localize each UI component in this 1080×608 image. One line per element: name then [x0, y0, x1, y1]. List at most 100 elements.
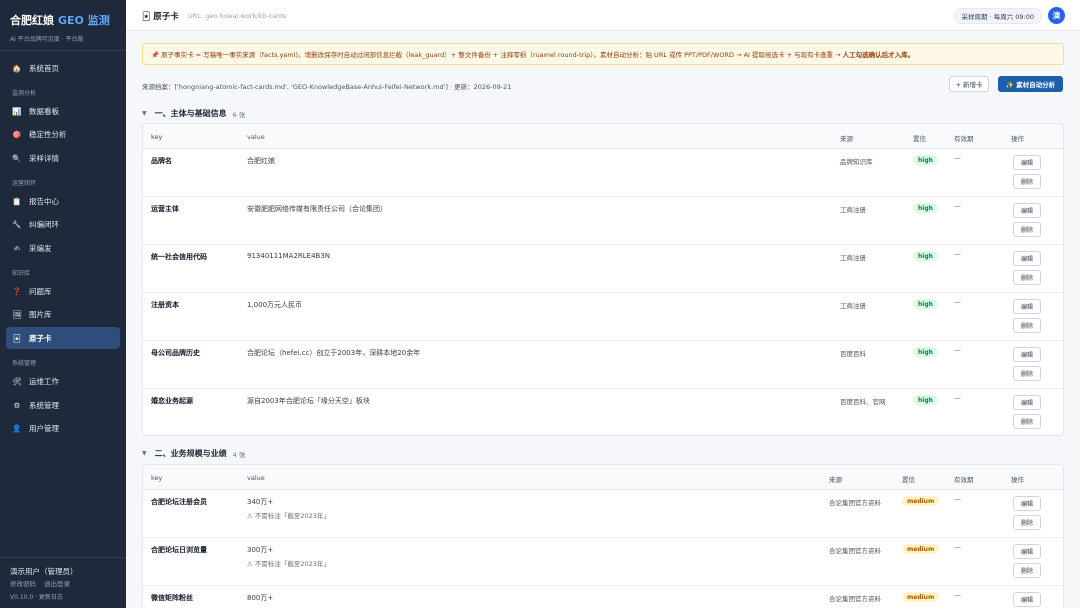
sidebar-group-title: 知识库 [12, 270, 31, 277]
sidebar-item-sampling[interactable]: 🔍 采样详情 [6, 147, 120, 169]
version-changelog-link[interactable]: V0.10.0 · 更新日志 [10, 592, 63, 601]
fact-source: 工商注册 [840, 254, 866, 262]
change-password-link[interactable]: 修改密码 [10, 580, 36, 588]
sidebar-item-reports[interactable]: 📋 报告中心 [6, 190, 120, 212]
confidence-badge: medium [902, 592, 940, 602]
fact-source: 百度百科 [840, 350, 866, 358]
fact-key: 合肥论坛日浏览量 [151, 546, 207, 554]
sidebar-item-home[interactable]: 🏠 系统首页 [6, 57, 120, 79]
sidebar-item-correction[interactable]: 🔧 纠偏闭环 [6, 213, 120, 235]
fact-note: ⚠ 不需标注「截至2023年」 [247, 560, 330, 568]
table-header: key value 来源 置信 有效期 操作 [143, 465, 1063, 490]
fact-expiry: — [954, 250, 961, 258]
edit-button[interactable]: 编辑 [1013, 299, 1041, 314]
fact-source: 工商注册 [840, 302, 866, 310]
avatar[interactable]: 演 [1048, 7, 1065, 24]
confidence-badge: medium [902, 544, 940, 554]
column-header-confidence: 置信 [913, 135, 926, 143]
column-header-source: 来源 [840, 135, 853, 143]
sidebar-item-images[interactable]: 🖼 图片库 [6, 303, 120, 325]
tools-icon: 🛠 [12, 376, 22, 386]
edit-button[interactable]: 编辑 [1013, 347, 1041, 362]
fact-key: 统一社会信用代码 [151, 253, 207, 261]
delete-button[interactable]: 删除 [1013, 174, 1041, 189]
writing-hand-icon: ✍ [13, 243, 21, 253]
fact-key: 注册资本 [151, 301, 179, 309]
delete-button[interactable]: 删除 [1013, 414, 1041, 429]
sidebar-item-stability[interactable]: 🎯 稳定性分析 [6, 123, 120, 145]
table-row: 品牌名 合肥红娘 品牌知识库 high — 编辑 删除 [143, 149, 1063, 197]
table-row: 合肥论坛日浏览量 300万+ ⚠ 不需标注「截至2023年」 合论集团官方资料 medi… [143, 538, 1063, 586]
add-card-button[interactable]: + 新增卡 [949, 76, 989, 92]
sidebar-item-questions[interactable]: ❓ 问题库 [6, 280, 120, 302]
column-header-confidence: 置信 [902, 476, 915, 484]
confidence-badge: high [913, 155, 938, 165]
fact-expiry: — [954, 591, 961, 599]
fact-value: 1,000万元人民币 [247, 301, 303, 309]
edit-button[interactable]: 编辑 [1013, 395, 1041, 410]
fact-expiry: — [954, 202, 961, 210]
wrench-icon: 🔧 [12, 219, 22, 229]
fact-key: 合肥论坛注册会员 [151, 498, 207, 506]
fact-source: 工商注册 [840, 206, 866, 214]
sidebar-group-title: 运营闭环 [12, 180, 37, 187]
sidebar-item-users[interactable]: 👤 用户管理 [6, 417, 120, 439]
table-row: 注册资本 1,000万元人民币 工商注册 high — 编辑 删除 [143, 293, 1063, 341]
column-header-key: key [151, 474, 163, 482]
confidence-badge: high [913, 395, 938, 405]
fact-value: 合肥红娘 [247, 157, 275, 165]
fact-expiry: — [954, 394, 961, 402]
confidence-badge: high [913, 203, 938, 213]
source-archive-line: 来源档案：['hongniang-atomic-fact-cards.md', … [142, 83, 512, 91]
edit-button[interactable]: 编辑 [1013, 496, 1041, 511]
sidebar-item-ops[interactable]: 🛠 运维工作 [6, 370, 120, 392]
fact-value: 合肥论坛（hefei.cc）创立于2003年，深耕本地20余年 [247, 349, 421, 357]
delete-button[interactable]: 删除 [1013, 270, 1041, 285]
fact-value: 300万+ [247, 546, 274, 554]
fact-key: 运营主体 [151, 205, 179, 213]
facts-table: key value 来源 置信 有效期 操作 品牌名 合肥红娘 品牌知识库 high — 编辑 删除 运营… [142, 123, 1064, 436]
section-header[interactable]: ▼ 一、主体与基础信息 6 张 [142, 108, 245, 119]
user-icon: 👤 [12, 423, 22, 433]
fact-value: 340万+ [247, 498, 274, 506]
logout-link[interactable]: 退出登录 [44, 580, 70, 588]
current-user: 演示用户（管理员） [10, 567, 78, 576]
edit-button[interactable]: 编辑 [1013, 544, 1041, 559]
card-icon: 🃏 [142, 11, 151, 21]
table-row: 合肥论坛注册会员 340万+ ⚠ 不需标注「截至2023年」 合论集团官方资料 medi… [143, 490, 1063, 538]
column-header-expiry: 有效期 [954, 476, 974, 484]
delete-button[interactable]: 删除 [1013, 318, 1041, 333]
sidebar-group-title: 监测分析 [12, 90, 37, 97]
fact-note: ⚠ 不需标注「截至2023年」 [247, 512, 330, 520]
chevron-down-icon: ▼ [142, 450, 147, 457]
sidebar-item-editorial[interactable]: ✍ 采编发 [6, 237, 120, 259]
delete-button[interactable]: 删除 [1013, 563, 1041, 578]
edit-button[interactable]: 编辑 [1013, 155, 1041, 170]
edit-button[interactable]: 编辑 [1013, 203, 1041, 218]
auto-analyze-button[interactable]: ✨ 素材自动分析 [998, 76, 1063, 92]
fact-key: 母公司品牌历史 [151, 349, 200, 357]
edit-button[interactable]: 编辑 [1013, 592, 1041, 607]
chart-icon: 📊 [12, 106, 22, 116]
confidence-badge: high [913, 299, 938, 309]
target-icon: 🎯 [12, 129, 22, 139]
column-header-value: value [247, 474, 265, 482]
page-url: URL: geo.howai.work/kb-cards [188, 12, 287, 20]
column-header-ops: 操作 [1011, 476, 1024, 484]
delete-button[interactable]: 删除 [1013, 515, 1041, 530]
sidebar: 合肥红娘 GEO 监测 AI 平台品牌可见度 · 平台版 🏠 系统首页 监测分析 📊… [0, 0, 126, 608]
edit-button[interactable]: 编辑 [1013, 251, 1041, 266]
top-header: 🃏 原子卡 URL: geo.howai.work/kb-cards 采样周期 ·… [126, 0, 1080, 31]
fact-source: 百度百科、官网 [840, 398, 886, 406]
table-row: 母公司品牌历史 合肥论坛（hefei.cc）创立于2003年，深耕本地20余年 百度… [143, 341, 1063, 389]
delete-button[interactable]: 删除 [1013, 366, 1041, 381]
section-header[interactable]: ▼ 二、业务规模与业绩 4 张 [142, 448, 245, 459]
delete-button[interactable]: 删除 [1013, 222, 1041, 237]
sidebar-item-dashboard[interactable]: 📊 数据看板 [6, 100, 120, 122]
fact-source: 合论集团官方资料 [829, 595, 881, 603]
fact-key: 品牌名 [151, 157, 172, 165]
section-count: 4 张 [232, 450, 246, 459]
sidebar-item-atomic-cards[interactable]: 🃏 原子卡 [6, 327, 120, 349]
sidebar-item-system[interactable]: ⚙ 系统管理 [6, 394, 120, 416]
fact-expiry: — [954, 543, 961, 551]
